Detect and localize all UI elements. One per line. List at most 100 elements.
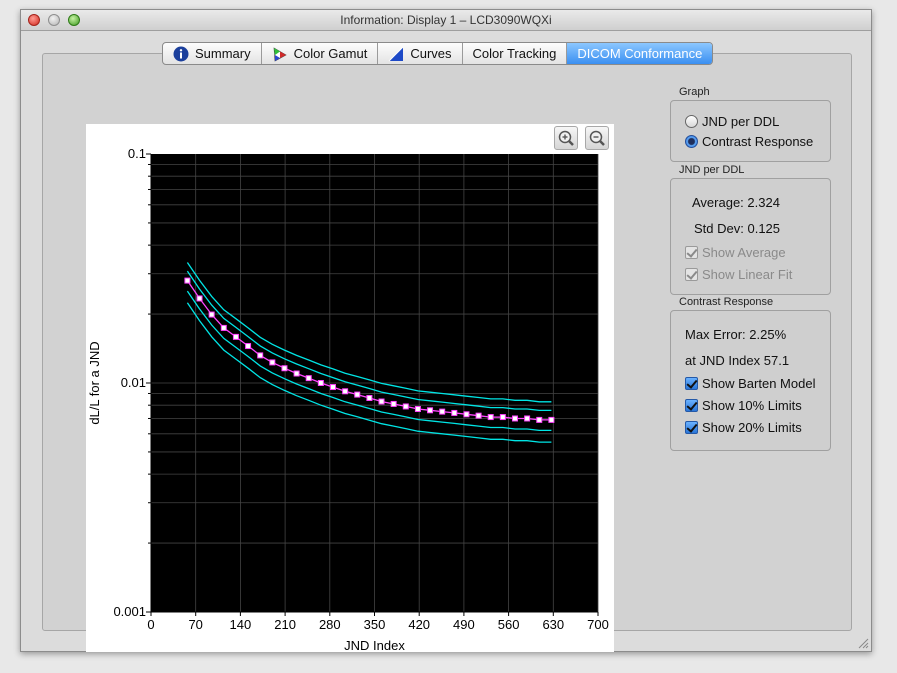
average-stat: Average: 2.324 xyxy=(692,195,780,210)
x-tick-label: 560 xyxy=(498,617,520,632)
title-bar[interactable]: Information: Display 1 – LCD3090WQXi xyxy=(21,10,871,31)
data-point-marker xyxy=(414,405,421,412)
data-point-marker xyxy=(536,416,543,423)
data-point-marker xyxy=(196,295,203,302)
data-point-marker xyxy=(184,277,191,284)
data-point-marker xyxy=(378,398,385,405)
radio-label: Contrast Response xyxy=(702,134,814,149)
radio-indicator xyxy=(685,135,698,148)
x-tick-label: 350 xyxy=(364,617,386,632)
radio-label: JND per DDL xyxy=(702,114,780,129)
jnd-group-label: JND per DDL xyxy=(679,164,745,176)
data-point-marker xyxy=(220,324,227,331)
x-tick-label: 70 xyxy=(188,617,202,632)
checkbox-label: Show 20% Limits xyxy=(702,420,802,435)
tab-summary-label: Summary xyxy=(195,46,251,61)
data-point-marker xyxy=(293,370,300,377)
max-error-value: 2.25% xyxy=(749,327,787,342)
data-point-marker xyxy=(232,333,239,340)
data-point-marker xyxy=(511,415,518,422)
tab-curves[interactable]: Curves xyxy=(378,43,463,64)
tab-dicom-conformance-label: DICOM Conformance xyxy=(577,46,703,61)
at-jnd-stat: at JND Index 57.1 xyxy=(685,353,789,368)
data-point-marker xyxy=(524,415,531,422)
average-label: Average: xyxy=(692,195,744,210)
tab-bar: Summary Color Gamut Curves Color Trackin… xyxy=(162,42,714,65)
x-tick-label: 0 xyxy=(147,617,154,632)
chart-area: 0 70 140 210 280 350 420 490 560 630 700 0.1 0.01 0.0… xyxy=(86,124,614,652)
window-title: Information: Display 1 – LCD3090WQXi xyxy=(340,13,552,27)
tab-color-gamut[interactable]: Color Gamut xyxy=(262,43,379,64)
contrast-group-label: Contrast Response xyxy=(679,296,774,308)
show-average-checkbox[interactable]: Show Average xyxy=(685,245,786,260)
x-tick-label: 140 xyxy=(230,617,252,632)
max-error-stat: Max Error: 2.25% xyxy=(685,327,786,342)
data-point-marker xyxy=(245,343,252,350)
data-point-marker xyxy=(402,403,409,410)
data-point-marker xyxy=(390,400,397,407)
show-barten-model-checkbox[interactable]: Show Barten Model xyxy=(685,376,815,391)
checkbox-label: Show Linear Fit xyxy=(702,267,793,282)
data-point-marker xyxy=(487,414,494,421)
checkbox-label: Show Barten Model xyxy=(702,376,816,391)
y-tick-label: 0.1 xyxy=(128,146,146,161)
at-jnd-value: 57.1 xyxy=(763,353,790,368)
data-point-marker xyxy=(499,414,506,421)
data-point-marker xyxy=(281,365,288,372)
show-20-percent-limits-checkbox[interactable]: Show 20% Limits xyxy=(685,420,802,435)
curves-icon xyxy=(388,46,404,61)
color-gamut-icon xyxy=(273,46,287,61)
data-point-marker xyxy=(305,375,312,382)
data-point-marker xyxy=(354,391,361,398)
data-point-marker xyxy=(208,311,215,318)
x-axis-title: JND Index xyxy=(344,638,405,652)
checkbox-indicator xyxy=(685,268,698,281)
graph-group-label: Graph xyxy=(679,86,710,98)
tab-color-tracking[interactable]: Color Tracking xyxy=(463,43,568,64)
data-point-marker xyxy=(257,352,264,359)
data-point-marker xyxy=(439,408,446,415)
std-dev-label: Std Dev: xyxy=(694,221,744,236)
data-point-marker xyxy=(463,411,470,418)
data-point-marker xyxy=(475,412,482,419)
tab-color-tracking-label: Color Tracking xyxy=(472,46,557,61)
radio-indicator xyxy=(685,115,698,128)
contrast-response-radio[interactable]: Contrast Response xyxy=(685,134,813,149)
data-point-marker xyxy=(342,388,349,395)
y-tick-label: 0.001 xyxy=(113,604,146,619)
x-tick-label: 630 xyxy=(542,617,564,632)
info-window: Information: Display 1 – LCD3090WQXi Sum… xyxy=(20,9,872,652)
resize-grip-icon[interactable] xyxy=(857,637,869,649)
max-error-label: Max Error: xyxy=(685,327,746,342)
data-point-marker xyxy=(548,416,555,423)
data-point-marker xyxy=(427,407,434,414)
data-point-marker xyxy=(329,384,336,391)
show-10-percent-limits-checkbox[interactable]: Show 10% Limits xyxy=(685,398,802,413)
checkbox-indicator xyxy=(685,399,698,412)
info-icon xyxy=(173,46,189,61)
y-axis-title: dL/L for a JND xyxy=(87,341,102,424)
x-tick-label: 490 xyxy=(453,617,475,632)
graph-group: JND per DDL Contrast Response xyxy=(670,100,831,162)
data-point-marker xyxy=(366,394,373,401)
tab-curves-label: Curves xyxy=(410,46,452,61)
tab-color-gamut-label: Color Gamut xyxy=(293,46,368,61)
std-dev-value: 0.125 xyxy=(747,221,781,236)
show-linear-fit-checkbox[interactable]: Show Linear Fit xyxy=(685,267,792,282)
tab-summary[interactable]: Summary xyxy=(163,43,262,64)
jnd-group: Average: 2.324 Std Dev: 0.125 Show Avera… xyxy=(670,178,831,295)
checkbox-indicator xyxy=(685,246,698,259)
data-point-marker xyxy=(317,380,324,386)
y-tick-label: 0.01 xyxy=(121,375,146,390)
jnd-per-ddl-radio[interactable]: JND per DDL xyxy=(685,114,779,129)
average-value: 2.324 xyxy=(747,195,780,210)
checkbox-label: Show Average xyxy=(702,245,786,260)
contrast-response-chart: 0 70 140 210 280 350 420 490 560 630 700 0.1 0.01 0.0… xyxy=(87,146,609,652)
x-tick-label: 210 xyxy=(274,617,296,632)
tab-dicom-conformance[interactable]: DICOM Conformance xyxy=(567,43,713,64)
checkbox-label: Show 10% Limits xyxy=(702,398,802,413)
data-point-marker xyxy=(451,409,458,416)
checkbox-indicator xyxy=(685,377,698,390)
x-tick-label: 280 xyxy=(319,617,341,632)
contrast-group: Max Error: 2.25% at JND Index 57.1 Show … xyxy=(670,310,831,451)
